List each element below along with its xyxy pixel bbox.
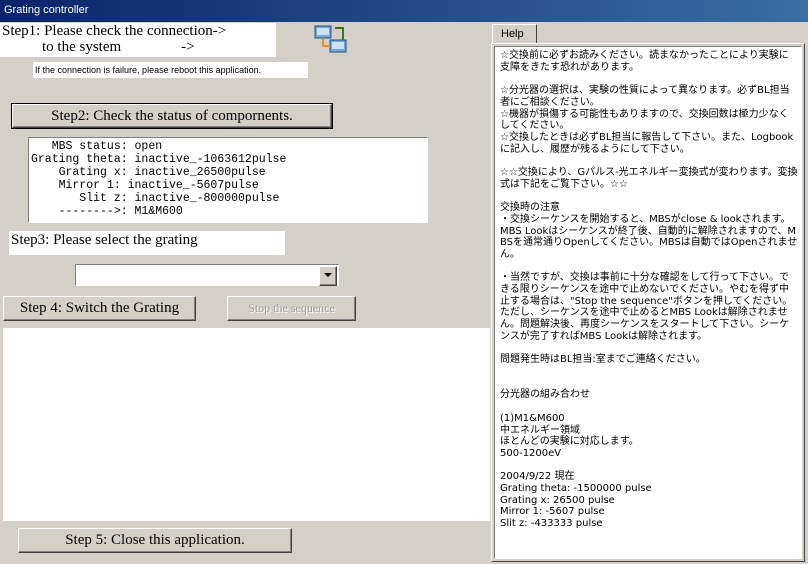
dropdown-arrow-button[interactable] — [319, 266, 337, 286]
tab-help[interactable]: Help — [492, 24, 537, 44]
title-bar: Grating controller — [0, 0, 808, 22]
help-textbox[interactable]: ☆交換前に必ずお読みください。読まなかったことにより実験に支障をきたす恐れがあり… — [494, 46, 802, 559]
status-lines: MBS status: open Grating theta: inactive… — [31, 140, 287, 218]
step1-line1: Step1: Please check the connection-> — [2, 23, 227, 39]
log-area — [3, 328, 490, 521]
step3-label-text: Step3: Please select the grating — [11, 232, 198, 248]
network-connection-icon[interactable] — [313, 24, 349, 56]
stop-sequence-button[interactable]: Stop the sequence — [227, 296, 356, 321]
step1-note: If the connection is failure, please reb… — [33, 62, 308, 78]
step1-note-text: If the connection is failure, please reb… — [35, 65, 262, 75]
tab-help-label: Help — [501, 28, 524, 40]
help-panel: ☆交換前に必ずお読みください。読まなかったことにより実験に支障をきたす恐れがあり… — [491, 43, 805, 562]
grating-select[interactable] — [75, 264, 339, 286]
close-application-button[interactable]: Step 5: Close this application. — [18, 528, 292, 553]
switch-grating-button[interactable]: Step 4: Switch the Grating — [3, 296, 196, 321]
check-status-button[interactable]: Step2: Check the status of compornents. — [11, 103, 333, 129]
step1-label: Step1: Please check the connection-> to … — [0, 23, 276, 57]
step1-line2: to the system -> — [42, 39, 195, 55]
help-text: ☆交換前に必ずお読みください。読まなかったことにより実験に支障をきたす恐れがあり… — [500, 50, 798, 530]
step3-label: Step3: Please select the grating — [9, 231, 285, 255]
window-title: Grating controller — [4, 4, 89, 16]
status-panel: MBS status: open Grating theta: inactive… — [28, 137, 428, 223]
chevron-down-icon — [324, 273, 332, 277]
